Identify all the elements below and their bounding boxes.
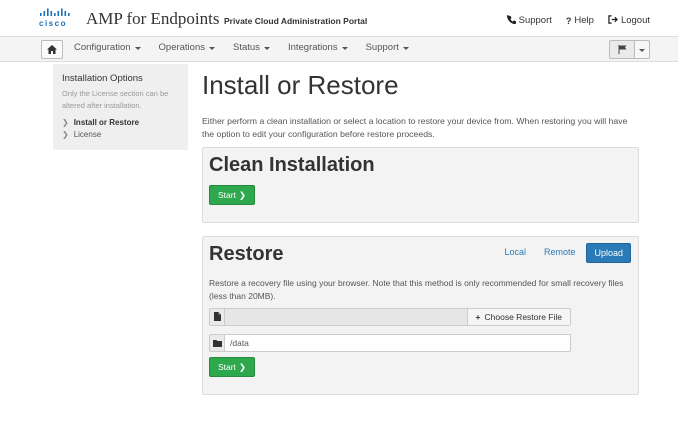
caret-down-icon <box>341 46 348 50</box>
sidebar-heading: Installation Options <box>62 73 143 84</box>
start-button-label: Start <box>217 190 236 200</box>
caret-down-icon <box>402 46 409 50</box>
main-navbar: Configuration Operations Status Integrat… <box>0 36 678 62</box>
restore-path-input[interactable] <box>225 334 571 352</box>
caret-down-icon <box>134 46 141 50</box>
folder-addon <box>209 334 225 352</box>
sidebar-item-label: Install or Restore <box>73 117 140 127</box>
tab-label: Local <box>504 247 526 257</box>
sidebar-list: ❯ Install or Restore ❯ License <box>62 116 139 140</box>
logout-link[interactable]: Logout <box>608 15 650 26</box>
page-title: Install or Restore <box>202 70 399 100</box>
support-link-label: Support <box>518 15 552 26</box>
restore-panel: Restore Local Remote Upload Restore a re… <box>202 236 639 395</box>
support-link[interactable]: Support <box>506 15 552 26</box>
home-button[interactable] <box>41 40 63 59</box>
folder-icon <box>212 334 222 352</box>
flag-icon <box>618 41 627 59</box>
logout-link-label: Logout <box>620 15 650 26</box>
file-icon <box>213 308 221 326</box>
nav-item-label: Support <box>365 42 399 53</box>
restore-heading: Restore <box>209 243 284 265</box>
restore-start-button[interactable]: Start ❯ <box>209 357 255 377</box>
plus-icon: + <box>475 312 481 322</box>
portal-name: Private Cloud Administration Portal <box>224 16 368 26</box>
nav-item-configuration[interactable]: Configuration <box>74 42 141 53</box>
nav-item-operations[interactable]: Operations <box>159 42 215 53</box>
clean-start-button[interactable]: Start ❯ <box>209 185 255 205</box>
chevron-right-icon: ❯ <box>238 189 247 200</box>
nav-item-status[interactable]: Status <box>233 42 270 53</box>
nav-item-integrations[interactable]: Integrations <box>288 42 348 53</box>
top-header: cisco AMP for Endpoints Private Cloud Ad… <box>0 0 678 36</box>
cisco-logo-text: cisco <box>39 19 67 28</box>
nav-item-label: Integrations <box>287 42 338 53</box>
notifications-dropdown <box>609 40 650 59</box>
nav-item-support[interactable]: Support <box>366 42 409 53</box>
start-button-label: Start <box>217 362 236 372</box>
help-link[interactable]: ? Help <box>566 15 594 26</box>
help-link-label: Help <box>574 15 594 26</box>
choose-restore-file-label: Choose Restore File <box>484 312 562 322</box>
restore-source-tabs: Local Remote Upload <box>497 243 631 263</box>
chevron-right-icon: ❯ <box>62 117 69 127</box>
sidebar-item-install-or-restore[interactable]: ❯ Install or Restore <box>62 116 139 128</box>
sidebar: Installation Options Only the License se… <box>53 64 188 150</box>
logout-icon <box>608 15 618 26</box>
caret-down-icon <box>263 46 270 50</box>
sidebar-note: Only the License section can be altered … <box>62 89 169 110</box>
choose-restore-file-button[interactable]: + Choose Restore File <box>467 308 571 326</box>
chevron-right-icon: ❯ <box>62 129 69 139</box>
restore-path-row <box>209 334 571 352</box>
question-icon: ? <box>565 15 572 26</box>
tab-remote[interactable]: Remote <box>537 243 583 261</box>
chevron-right-icon: ❯ <box>238 361 247 372</box>
flag-button[interactable] <box>609 40 635 59</box>
nav-item-label: Configuration <box>74 42 131 53</box>
tab-label: Upload <box>594 248 623 258</box>
clean-installation-panel: Clean Installation Start ❯ <box>202 147 639 223</box>
clean-installation-heading: Clean Installation <box>209 154 375 176</box>
phone-icon <box>506 15 516 26</box>
sidebar-item-label: License <box>73 129 102 139</box>
nav-item-label: Status <box>233 42 260 53</box>
top-links: Support ? Help Logout <box>506 15 650 26</box>
restore-file-row: + Choose Restore File <box>209 308 571 326</box>
home-icon <box>47 41 57 59</box>
intro-text: Either perform a clean installation or s… <box>202 116 628 139</box>
file-addon <box>209 308 225 326</box>
app-title: AMP for Endpoints <box>86 9 220 28</box>
sidebar-item-license[interactable]: ❯ License <box>62 128 139 140</box>
caret-down-icon <box>209 46 215 50</box>
tab-local[interactable]: Local <box>497 243 533 261</box>
tab-upload[interactable]: Upload <box>586 243 631 263</box>
tab-label: Remote <box>543 247 576 257</box>
restore-description: Restore a recovery file using your brows… <box>209 278 624 301</box>
nav-menu: Configuration Operations Status Integrat… <box>74 42 409 53</box>
caret-down-icon <box>639 48 645 52</box>
nav-item-label: Operations <box>158 42 205 53</box>
restore-file-field <box>225 308 468 326</box>
flag-dropdown-toggle[interactable] <box>635 40 650 59</box>
